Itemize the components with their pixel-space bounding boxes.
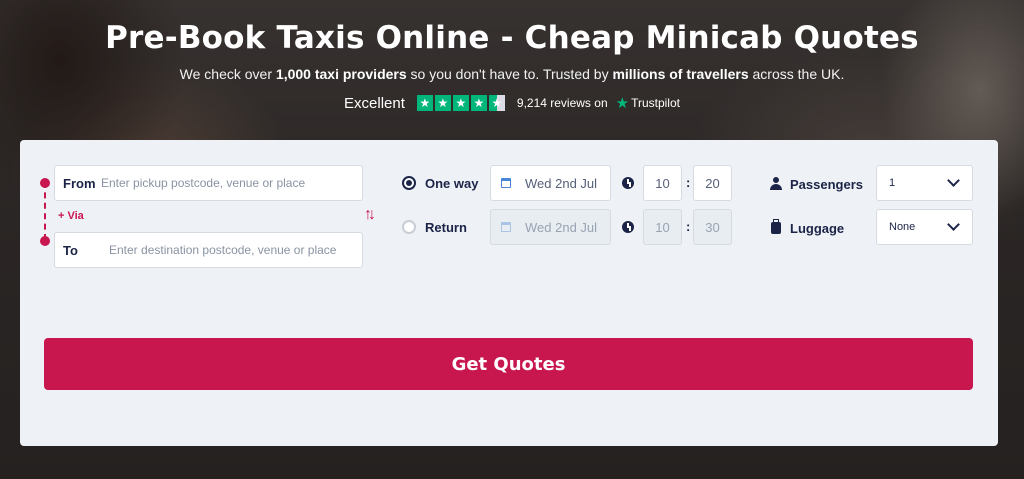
half-star-icon: ★ bbox=[488, 95, 505, 111]
luggage-icon bbox=[771, 219, 781, 234]
star-icon: ★ bbox=[452, 95, 469, 111]
route-line bbox=[44, 182, 46, 240]
star-icon: ★ bbox=[470, 95, 487, 111]
passengers-select[interactable]: 1 bbox=[876, 165, 973, 201]
outbound-date-picker[interactable]: Wed 2nd Jul bbox=[490, 165, 611, 201]
destination-dot bbox=[40, 236, 50, 246]
star-icon: ★ bbox=[434, 95, 451, 111]
chevron-down-icon bbox=[947, 174, 960, 187]
from-label: From bbox=[63, 175, 96, 191]
trustpilot-rating[interactable]: Excellent ★ ★ ★ ★ ★ 9,214 reviews on ★ T… bbox=[0, 94, 1024, 113]
one-way-label[interactable]: One way bbox=[425, 176, 478, 191]
return-label[interactable]: Return bbox=[425, 220, 467, 235]
luggage-select[interactable]: None bbox=[876, 209, 973, 245]
outbound-date: Wed 2nd Jul bbox=[525, 175, 598, 191]
star-icon: ★ bbox=[416, 95, 433, 111]
calendar-icon bbox=[501, 178, 511, 188]
hero: Pre-Book Taxis Online - Cheap Minicab Qu… bbox=[0, 0, 1024, 112]
subtitle-prefix: We check over bbox=[179, 66, 276, 82]
trustpilot-star-icon: ★ bbox=[615, 95, 630, 112]
return-date-picker[interactable]: Wed 2nd Jul bbox=[490, 209, 611, 245]
reviews-count: 9,214 reviews on bbox=[516, 96, 608, 110]
outbound-hour: 10 bbox=[655, 175, 670, 191]
outbound-minute: 20 bbox=[705, 175, 720, 191]
from-field[interactable]: From bbox=[54, 165, 363, 201]
trustpilot-name: Trustpilot bbox=[631, 96, 680, 110]
rating-label: Excellent bbox=[344, 94, 405, 112]
swap-icon[interactable]: ↑↓ bbox=[364, 206, 376, 224]
return-hour-select[interactable]: 10 bbox=[643, 209, 682, 245]
clock-icon bbox=[622, 221, 634, 233]
time-separator: : bbox=[686, 219, 691, 234]
from-input[interactable] bbox=[101, 176, 362, 190]
outbound-hour-select[interactable]: 10 bbox=[643, 165, 682, 201]
subtitle-suffix: across the UK. bbox=[748, 66, 845, 82]
return-minute-select[interactable]: 30 bbox=[693, 209, 732, 245]
clock-icon bbox=[622, 177, 634, 189]
one-way-radio[interactable] bbox=[402, 176, 416, 190]
get-quotes-button[interactable]: Get Quotes bbox=[44, 338, 973, 390]
to-label: To bbox=[63, 242, 78, 258]
subtitle-travellers: millions of travellers bbox=[612, 66, 749, 82]
page-title: Pre-Book Taxis Online - Cheap Minicab Qu… bbox=[105, 20, 919, 56]
subtitle-providers: 1,000 taxi providers bbox=[275, 66, 407, 82]
to-input[interactable] bbox=[109, 243, 362, 257]
calendar-icon bbox=[501, 222, 511, 232]
add-via-link[interactable]: + Via bbox=[58, 210, 84, 222]
to-field[interactable]: To bbox=[54, 232, 363, 268]
hero-subtitle: We check over 1,000 taxi providers so yo… bbox=[0, 66, 1024, 82]
rating-stars: ★ ★ ★ ★ ★ bbox=[416, 95, 505, 111]
subtitle-mid: so you don't have to. Trusted by bbox=[406, 66, 613, 82]
return-minute: 30 bbox=[705, 219, 720, 235]
passengers-label: Passengers bbox=[790, 177, 863, 192]
outbound-minute-select[interactable]: 20 bbox=[693, 165, 732, 201]
luggage-label: Luggage bbox=[790, 221, 845, 236]
passenger-icon bbox=[770, 177, 782, 190]
time-separator: : bbox=[686, 175, 691, 190]
return-hour: 10 bbox=[655, 219, 670, 235]
luggage-value: None bbox=[889, 221, 916, 233]
return-radio[interactable] bbox=[402, 220, 416, 234]
chevron-down-icon bbox=[947, 218, 960, 231]
trustpilot-logo[interactable]: ★ Trustpilot bbox=[616, 94, 680, 112]
return-date: Wed 2nd Jul bbox=[525, 219, 598, 235]
passengers-value: 1 bbox=[889, 177, 896, 189]
